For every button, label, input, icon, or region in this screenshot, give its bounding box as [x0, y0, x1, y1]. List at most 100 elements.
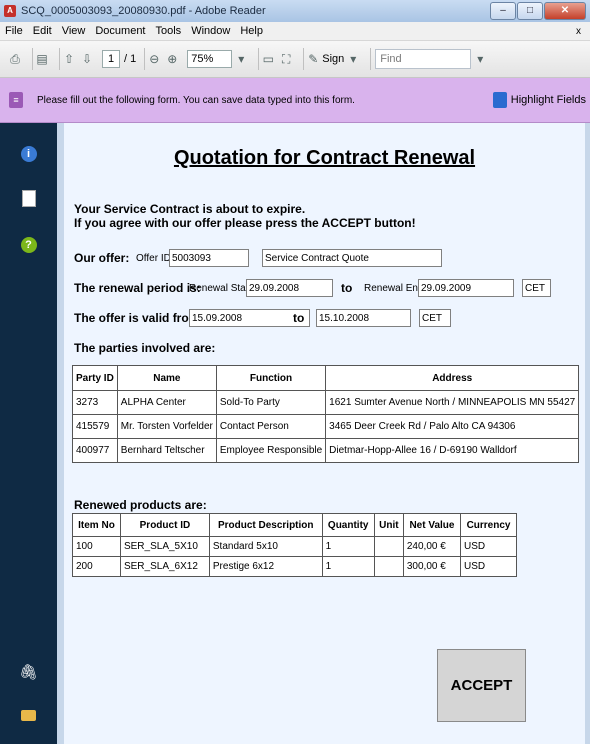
pdf-page: Quotation for Contract Renewal Your Serv…: [64, 123, 585, 744]
menu-file[interactable]: File: [5, 25, 23, 37]
quantity-cell: 1: [321, 536, 375, 557]
zoom-in-icon[interactable]: ⊕: [163, 50, 181, 68]
highlight-fields-label: Highlight Fields: [510, 94, 586, 106]
currency-cell: USD: [460, 536, 517, 557]
column-header: Net Value: [402, 513, 462, 537]
window-title: SCQ_0005003093_20080930.pdf - Adobe Read…: [21, 5, 266, 17]
column-header: Quantity: [321, 513, 375, 537]
scrollbar[interactable]: [585, 123, 590, 744]
to-label: to: [293, 311, 305, 325]
page-gutter: [57, 123, 64, 744]
toolbar: ⎙ ▤ ⇧ ⇩ 1 / 1 ⊖ ⊕ 75% ▾ ▭ ⛶ ✎ Sign ▾ Fin…: [0, 41, 590, 78]
table-row: 3273 ALPHA Center Sold-To Party 1621 Sum…: [72, 390, 580, 415]
page-title: Quotation for Contract Renewal: [173, 147, 476, 169]
intro-line-2: If you agree with our offer please press…: [74, 216, 416, 230]
print-icon[interactable]: ⎙: [6, 50, 24, 68]
highlight-icon: [492, 92, 507, 108]
renewal-period-label: The renewal period is:: [74, 281, 201, 295]
party-address-cell: Dietmar-Hopp-Allee 16 / D-69190 Walldorf: [325, 438, 580, 463]
zoom-out-icon[interactable]: ⊖: [145, 50, 163, 68]
product-description-cell: Prestige 6x12: [208, 556, 323, 577]
close-button[interactable]: ✕: [544, 2, 586, 20]
menu-edit[interactable]: Edit: [33, 25, 52, 37]
previous-page-icon[interactable]: ⇧: [60, 50, 78, 68]
chevron-down-icon[interactable]: ▾: [344, 50, 362, 68]
valid-timezone-field[interactable]: CET: [419, 309, 451, 327]
info-icon[interactable]: i: [0, 146, 57, 162]
column-header: Unit: [373, 513, 404, 537]
page-total: / 1: [124, 53, 137, 65]
full-screen-icon[interactable]: ⛶: [277, 50, 295, 68]
help-icon[interactable]: ?: [0, 237, 57, 253]
column-header: Item No: [72, 513, 121, 537]
highlight-fields-button[interactable]: Highlight Fields: [492, 92, 586, 108]
renewal-timezone-field[interactable]: CET: [522, 279, 551, 297]
net-value-cell: 240,00 €: [402, 536, 462, 557]
offer-description-field[interactable]: Service Contract Quote: [262, 249, 442, 267]
party-name-cell: Mr. Torsten Vorfelder: [116, 414, 217, 439]
valid-from-field[interactable]: 15.09.2008: [189, 309, 310, 327]
menu-bar: File Edit View Document Tools Window Hel…: [0, 22, 590, 41]
renewal-start-label: Renewal Start: [189, 283, 252, 294]
party-name-cell: Bernhard Teltscher: [116, 438, 217, 463]
party-function-cell: Sold-To Party: [215, 390, 327, 415]
maximize-button[interactable]: □: [517, 2, 543, 20]
sign-button[interactable]: Sign: [322, 53, 344, 65]
pages-icon[interactable]: [0, 190, 57, 207]
valid-to-field[interactable]: 15.10.2008: [316, 309, 411, 327]
form-notice: Please fill out the following form. You …: [37, 94, 355, 106]
item-no-cell: 100: [72, 536, 121, 557]
renewal-end-field[interactable]: 29.09.2009: [418, 279, 514, 297]
chevron-down-icon[interactable]: ▾: [232, 50, 250, 68]
offer-id-label: Offer ID: [136, 253, 171, 264]
product-id-cell: SER_SLA_6X12: [119, 556, 210, 577]
next-page-icon[interactable]: ⇩: [78, 50, 96, 68]
comments-icon[interactable]: [0, 710, 57, 721]
attachment-icon[interactable]: 🖇: [0, 663, 57, 681]
accept-button[interactable]: ACCEPT: [437, 649, 526, 722]
menu-window[interactable]: Window: [191, 25, 230, 37]
table-header-row: Item No Product ID Product Description Q…: [72, 513, 517, 537]
close-document-button[interactable]: x: [576, 26, 581, 37]
fit-page-icon[interactable]: ▭: [259, 50, 277, 68]
column-header: Function: [215, 365, 327, 391]
column-header: Product Description: [208, 513, 323, 537]
menu-document[interactable]: Document: [95, 25, 145, 37]
document-settings-icon[interactable]: ▤: [33, 50, 51, 68]
to-label: to: [341, 281, 353, 295]
menu-view[interactable]: View: [62, 25, 86, 37]
party-id-cell: 3273: [72, 390, 118, 415]
column-header: Product ID: [119, 513, 210, 537]
menu-tools[interactable]: Tools: [156, 25, 182, 37]
pen-icon[interactable]: ✎: [304, 50, 322, 68]
column-header: Address: [325, 365, 580, 391]
parties-table: Party ID Name Function Address 3273 ALPH…: [72, 365, 580, 463]
zoom-select[interactable]: 75%: [187, 50, 233, 68]
party-id-cell: 400977: [72, 438, 118, 463]
valid-from-label: The offer is valid from:: [74, 311, 204, 325]
table-header-row: Party ID Name Function Address: [72, 365, 580, 391]
party-name-cell: ALPHA Center: [116, 390, 217, 415]
table-row: 400977 Bernhard Teltscher Employee Respo…: [72, 438, 580, 463]
party-address-cell: 1621 Sumter Avenue North / MINNEAPOLIS M…: [325, 390, 580, 415]
renewal-start-field[interactable]: 29.09.2008: [246, 279, 333, 297]
minimize-button[interactable]: –: [490, 2, 516, 20]
column-header: Currency: [460, 513, 517, 537]
column-header: Party ID: [72, 365, 118, 391]
party-address-cell: 3465 Deer Creek Rd / Palo Alto CA 94306: [325, 414, 580, 439]
parties-label: The parties involved are:: [74, 341, 216, 355]
table-row: 100 SER_SLA_5X10 Standard 5x10 1 240,00 …: [72, 536, 517, 557]
party-function-cell: Contact Person: [215, 414, 327, 439]
table-row: 200 SER_SLA_6X12 Prestige 6x12 1 300,00 …: [72, 556, 517, 577]
table-row: 415579 Mr. Torsten Vorfelder Contact Per…: [72, 414, 580, 439]
form-notification-bar: ≡ Please fill out the following form. Yo…: [0, 78, 590, 123]
find-input[interactable]: Find: [375, 49, 472, 69]
product-id-cell: SER_SLA_5X10: [119, 536, 210, 557]
offer-id-field[interactable]: 5003093: [169, 249, 249, 267]
chevron-down-icon[interactable]: ▾: [471, 50, 489, 68]
page-number-input[interactable]: 1: [102, 50, 120, 68]
form-icon: ≡: [9, 92, 23, 108]
quantity-cell: 1: [321, 556, 375, 577]
products-label: Renewed products are:: [74, 498, 207, 512]
menu-help[interactable]: Help: [240, 25, 263, 37]
